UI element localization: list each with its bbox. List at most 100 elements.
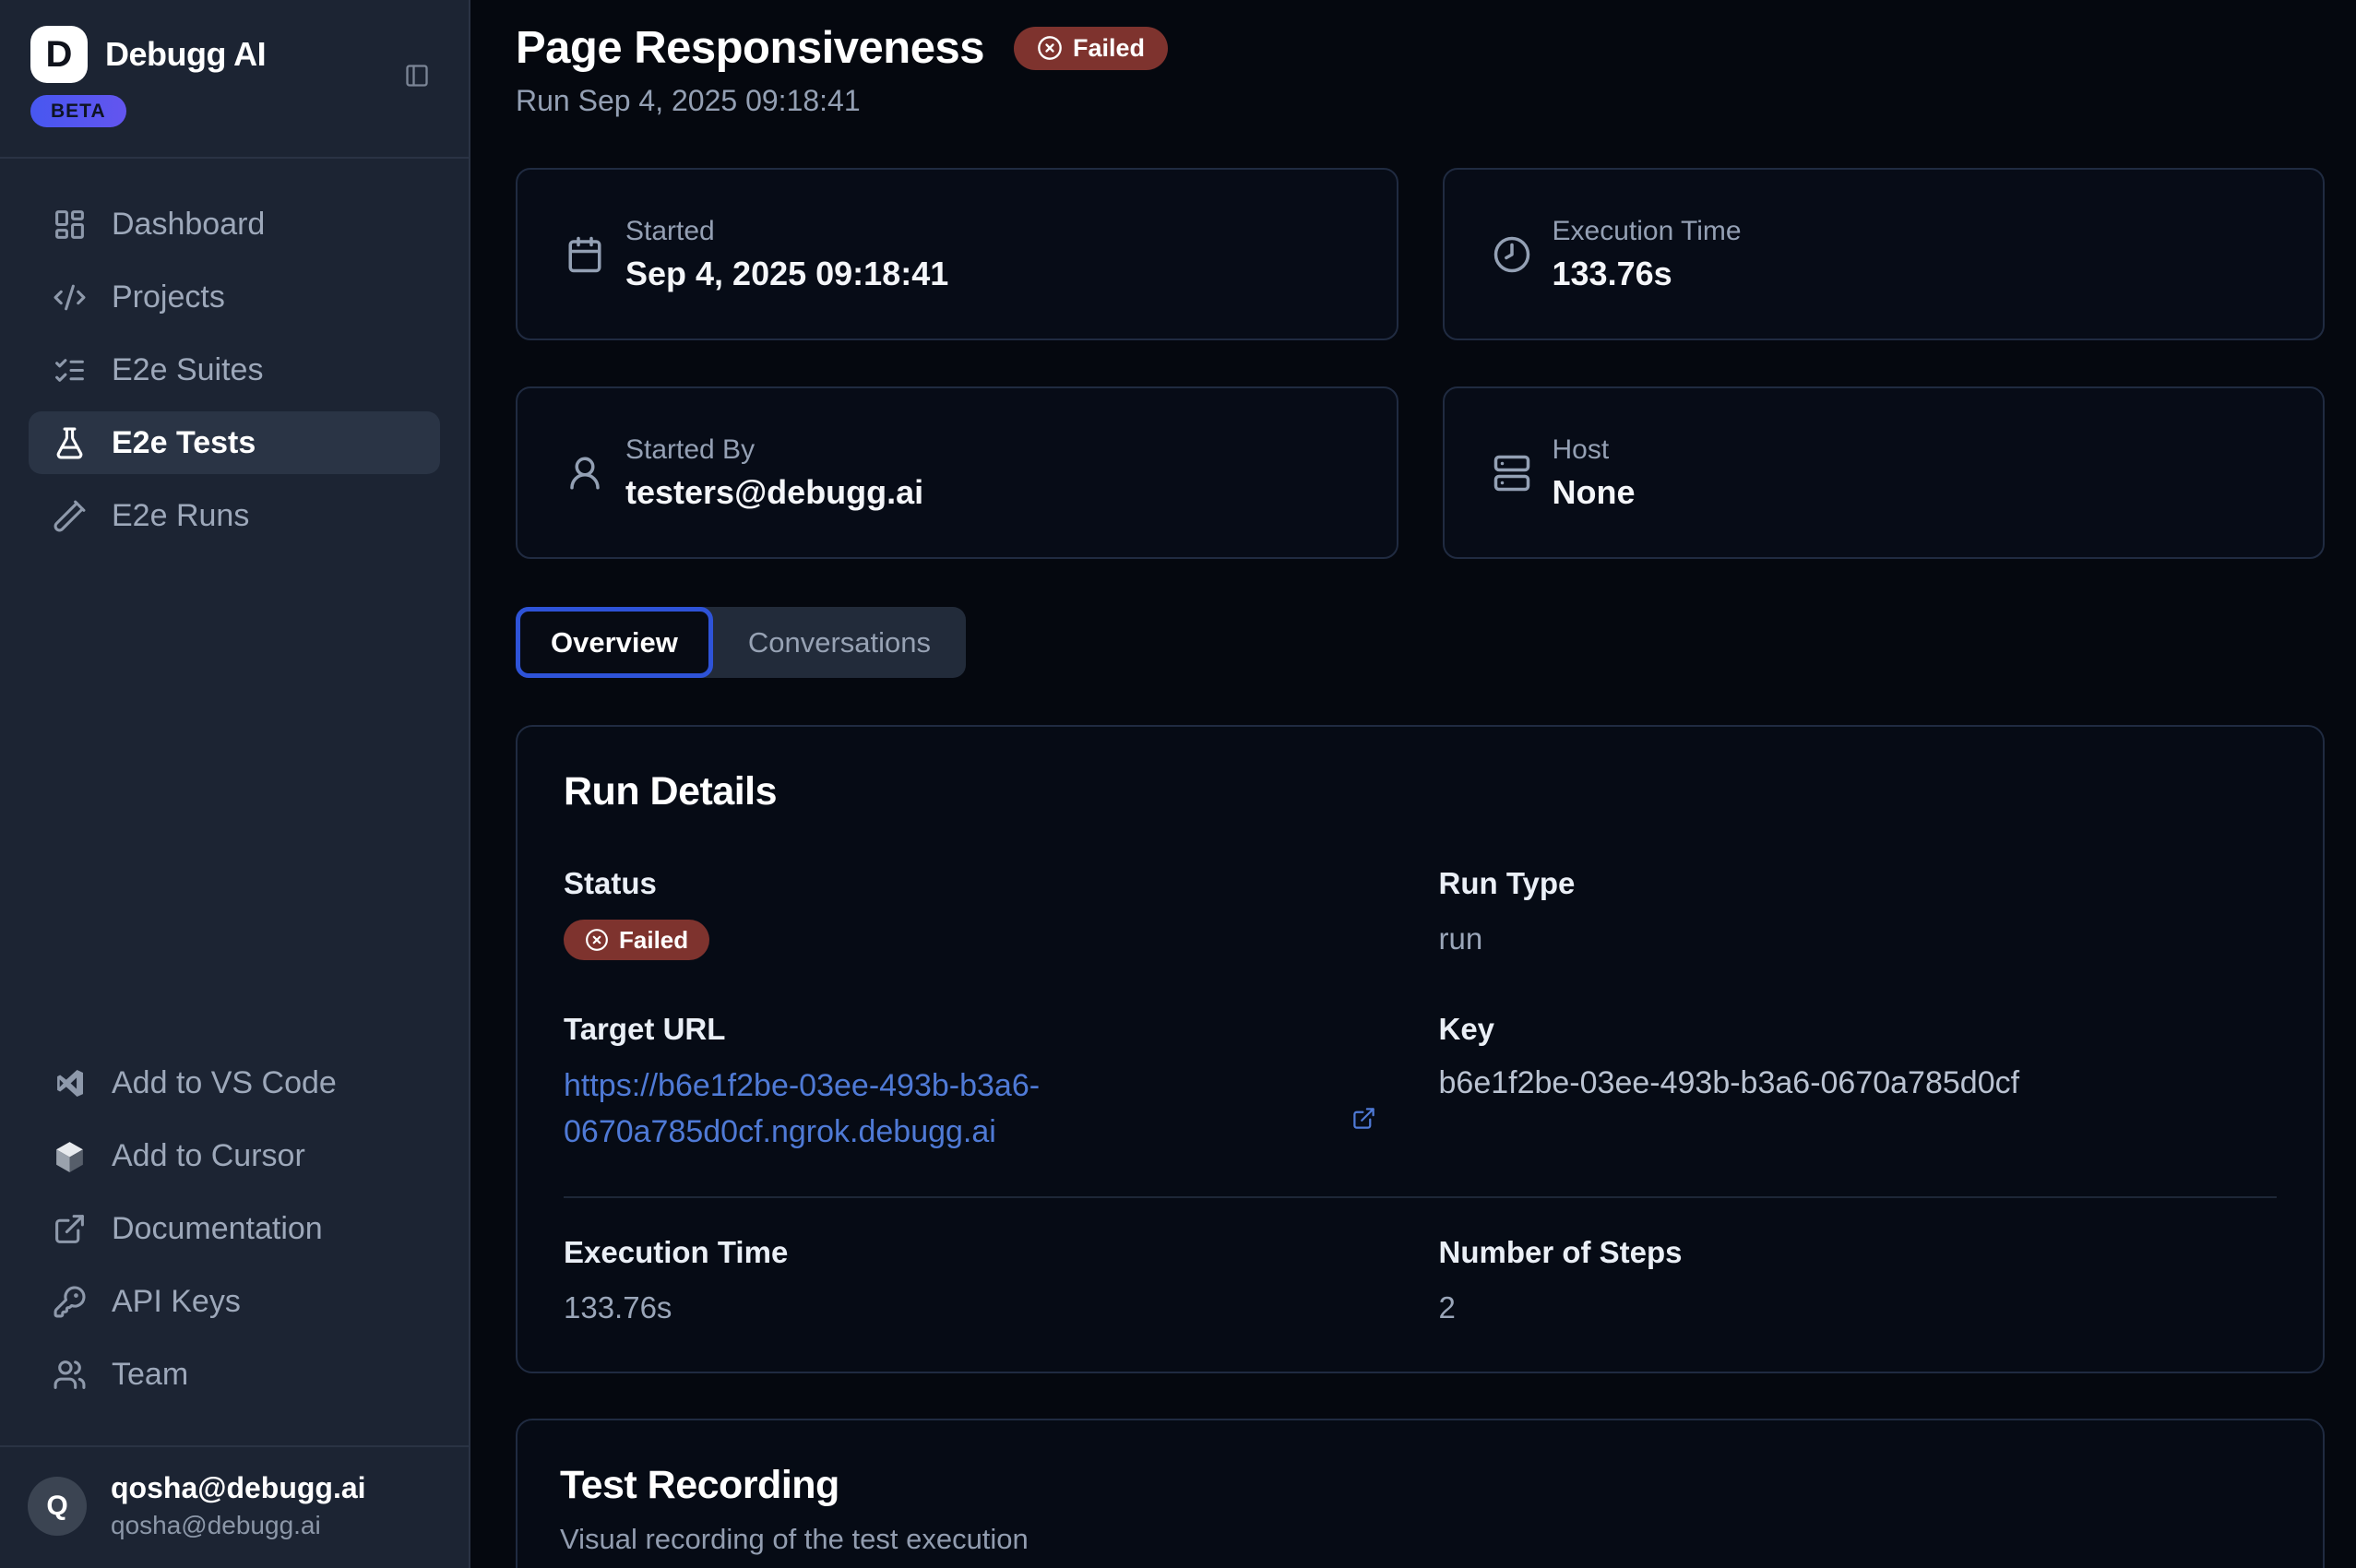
test-recording-panel: Test Recording Visual recording of the t… — [516, 1419, 2325, 1568]
sidebar-header: D Debugg AI BETA — [0, 0, 469, 159]
status-badge-label: Failed — [619, 926, 688, 955]
brand-logo: D — [30, 26, 88, 83]
user-email: qosha@debugg.ai — [111, 1511, 366, 1540]
sidebar-item-label: E2e Suites — [112, 352, 263, 388]
steps-label: Number of Steps — [1439, 1235, 2278, 1270]
server-icon — [1493, 454, 1531, 493]
external-link-icon — [53, 1212, 87, 1246]
sidebar-item-add-to-cursor[interactable]: Add to Cursor — [29, 1124, 440, 1187]
checklist-icon — [53, 353, 87, 387]
sidebar-utility-nav: Add to VS Code Add to Cursor Documentati… — [0, 1051, 469, 1416]
execution-time-label: Execution Time — [564, 1235, 1402, 1270]
main-content: Page Responsiveness Failed Run Sep 4, 20… — [472, 0, 2356, 1568]
tab-bar: Overview Conversations — [516, 607, 966, 678]
sidebar-item-label: Add to Cursor — [112, 1138, 305, 1174]
beta-badge: BETA — [30, 95, 126, 127]
sidebar-collapse-icon[interactable] — [404, 63, 430, 89]
users-icon — [53, 1358, 87, 1392]
cursor-icon — [53, 1139, 87, 1173]
calendar-icon — [565, 235, 604, 274]
started-card: Started Sep 4, 2025 09:18:41 — [516, 168, 1398, 340]
card-value: testers@debugg.ai — [625, 473, 923, 512]
sidebar-item-label: E2e Runs — [112, 498, 249, 534]
vscode-icon — [53, 1066, 87, 1100]
sidebar: D Debugg AI BETA Dashboard Projects E2e … — [0, 0, 470, 1568]
run-type-value: run — [1439, 921, 2278, 956]
run-type-label: Run Type — [1439, 866, 2278, 901]
sidebar-item-api-keys[interactable]: API Keys — [29, 1270, 440, 1333]
target-url-field: Target URL https://b6e1f2be-03ee-493b-b3… — [564, 1012, 1402, 1156]
card-text: Host None — [1553, 434, 1636, 512]
page-title: Page Responsiveness — [516, 22, 984, 74]
tab-conversations[interactable]: Conversations — [713, 607, 966, 678]
sidebar-item-label: API Keys — [112, 1284, 241, 1320]
sidebar-item-label: Team — [112, 1357, 188, 1393]
sidebar-item-label: Projects — [112, 279, 225, 315]
card-value: Sep 4, 2025 09:18:41 — [625, 255, 948, 293]
started-by-card: Started By testers@debugg.ai — [516, 386, 1398, 559]
key-value: b6e1f2be-03ee-493b-b3a6-0670a785d0cf — [1439, 1065, 2278, 1101]
sidebar-item-label: Dashboard — [112, 207, 265, 243]
key-field: Key b6e1f2be-03ee-493b-b3a6-0670a785d0cf — [1439, 1012, 2278, 1156]
run-details-row-1: Status Failed Run Type run — [564, 866, 2277, 960]
page-header: Page Responsiveness Failed — [516, 22, 2325, 74]
run-timestamp: Run Sep 4, 2025 09:18:41 — [516, 84, 2325, 118]
summary-cards: Started Sep 4, 2025 09:18:41 Execution T… — [516, 168, 2325, 559]
execution-time-card: Execution Time 133.76s — [1443, 168, 2326, 340]
card-label: Started — [625, 216, 948, 247]
execution-time-value: 133.76s — [564, 1290, 1402, 1325]
card-label: Host — [1553, 434, 1636, 466]
run-type-field: Run Type run — [1439, 866, 2278, 960]
sidebar-item-label: E2e Tests — [112, 425, 256, 461]
user-account[interactable]: Q qosha@debugg.ai qosha@debugg.ai — [0, 1447, 469, 1568]
brand-logo-letter: D — [46, 34, 73, 76]
target-url-label: Target URL — [564, 1012, 1402, 1047]
run-details-panel: Run Details Status Failed Run Type run — [516, 725, 2325, 1373]
card-value: None — [1553, 473, 1636, 512]
steps-field: Number of Steps 2 — [1439, 1235, 2278, 1325]
status-label: Status — [564, 866, 1402, 901]
host-card: Host None — [1443, 386, 2326, 559]
test-recording-title: Test Recording — [560, 1463, 2279, 1508]
card-text: Started Sep 4, 2025 09:18:41 — [625, 216, 948, 293]
key-icon — [53, 1285, 87, 1319]
sidebar-spacer — [0, 557, 469, 1051]
sidebar-item-e2e-suites[interactable]: E2e Suites — [29, 339, 440, 401]
external-link-icon[interactable] — [1351, 1106, 1376, 1131]
card-label: Started By — [625, 434, 923, 466]
clock-icon — [1493, 235, 1531, 274]
sidebar-nav: Dashboard Projects E2e Suites E2e Tests … — [0, 159, 469, 557]
status-badge: Failed — [1014, 27, 1168, 70]
target-url-link[interactable]: https://b6e1f2be-03ee-493b-b3a6-0670a785… — [564, 1063, 1117, 1156]
status-badge: Failed — [564, 920, 709, 960]
avatar: Q — [28, 1477, 87, 1536]
card-label: Execution Time — [1553, 216, 1742, 247]
code-icon — [53, 280, 87, 315]
run-details-title: Run Details — [564, 769, 2277, 814]
sidebar-item-dashboard[interactable]: Dashboard — [29, 193, 440, 255]
sidebar-item-e2e-runs[interactable]: E2e Runs — [29, 484, 440, 547]
sidebar-item-label: Add to VS Code — [112, 1065, 337, 1101]
sidebar-item-label: Documentation — [112, 1211, 323, 1247]
brand-title: Debugg AI — [105, 35, 266, 74]
user-icon — [565, 454, 604, 493]
tab-overview[interactable]: Overview — [516, 607, 713, 678]
status-field: Status Failed — [564, 866, 1402, 960]
sidebar-item-add-to-vscode[interactable]: Add to VS Code — [29, 1051, 440, 1114]
circle-x-icon — [585, 928, 609, 952]
status-badge-label: Failed — [1073, 34, 1145, 63]
test-tube-icon — [53, 499, 87, 533]
card-value: 133.76s — [1553, 255, 1742, 293]
sidebar-item-projects[interactable]: Projects — [29, 266, 440, 328]
run-details-divider — [564, 1196, 2277, 1198]
sidebar-item-e2e-tests[interactable]: E2e Tests — [29, 411, 440, 474]
sidebar-item-team[interactable]: Team — [29, 1343, 440, 1406]
circle-x-icon — [1037, 35, 1063, 61]
sidebar-item-documentation[interactable]: Documentation — [29, 1197, 440, 1260]
card-text: Started By testers@debugg.ai — [625, 434, 923, 512]
key-label: Key — [1439, 1012, 2278, 1047]
user-info: qosha@debugg.ai qosha@debugg.ai — [111, 1471, 366, 1540]
run-details-row-2: Target URL https://b6e1f2be-03ee-493b-b3… — [564, 1012, 2277, 1156]
test-recording-subtitle: Visual recording of the test execution — [560, 1523, 2279, 1556]
run-details-row-3: Execution Time 133.76s Number of Steps 2 — [564, 1235, 2277, 1325]
